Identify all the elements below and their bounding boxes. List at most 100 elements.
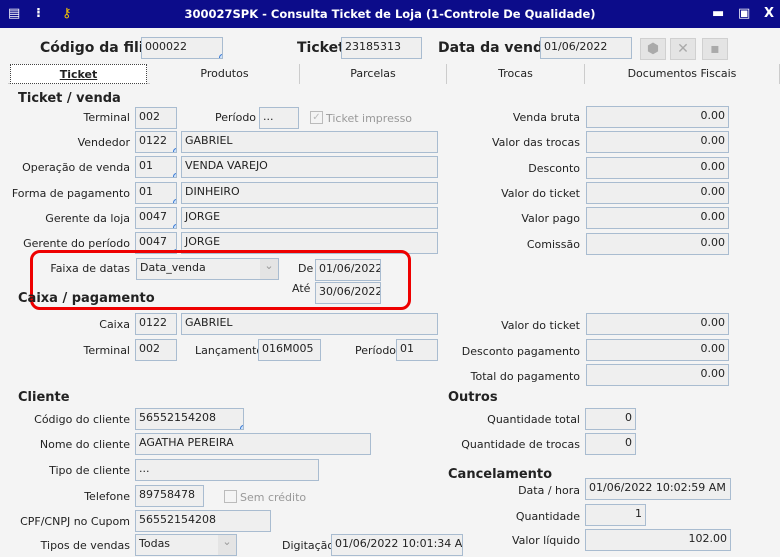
nome-cliente-label: Nome do cliente [39, 438, 130, 451]
field-label: Forma de pagamento [11, 186, 130, 200]
caixa-name-input[interactable]: GABRIEL [181, 313, 438, 335]
field-label: Gerente da loja [45, 211, 130, 225]
lancamento-label: Lançamento [195, 344, 264, 357]
ate-label: Até [292, 282, 311, 295]
name-input[interactable]: VENDA VAREJO [181, 156, 438, 179]
pagamento-value[interactable]: 0.00 [586, 338, 729, 361]
terminal-input[interactable]: 002 [135, 107, 177, 129]
pagamento-value[interactable]: 0.00 [586, 364, 729, 386]
clear-button[interactable]: ✕ [670, 38, 696, 60]
data-venda-label: Data da venda [438, 40, 553, 56]
ticket-label: Ticket [297, 40, 345, 56]
faixa-label: Faixa de datas [50, 262, 130, 275]
tab-label: Produtos [200, 67, 249, 80]
telefone-input[interactable]: 89758478 [135, 485, 204, 507]
de-input[interactable]: 01/06/2022 [315, 259, 381, 281]
total-label: Valor do ticket [501, 186, 580, 200]
sem-credito-label: Sem crédito [240, 491, 307, 504]
data-hora-input[interactable]: 01/06/2022 10:02:59 AM [585, 478, 731, 500]
field-label: Operação de venda [22, 161, 130, 175]
tipo-cliente-label: Tipo de cliente [49, 464, 130, 477]
filial-input[interactable]: 000022 [141, 37, 223, 59]
minimize-icon[interactable]: ▬ [712, 6, 724, 21]
total-value[interactable]: 0.00 [586, 156, 729, 179]
de-label: De [298, 262, 314, 275]
caixa-periodo-input[interactable]: 01 [396, 339, 438, 361]
tipos-vendas-label: Tipos de vendas [40, 539, 130, 552]
tab-bar: Ticket Produtos Parcelas Trocas Document… [8, 64, 780, 84]
total-value[interactable]: 0.00 [586, 207, 729, 230]
terminal-label: Terminal [83, 111, 131, 124]
code-input[interactable]: 0047 [135, 206, 177, 229]
total-value[interactable]: 0.00 [586, 232, 729, 255]
name-input[interactable]: GABRIEL [181, 131, 438, 153]
total-label: Comissão [526, 237, 580, 251]
codigo-cliente-label: Código do cliente [34, 413, 130, 426]
total-value[interactable]: 0.00 [586, 106, 729, 128]
total-value[interactable]: 0.00 [586, 181, 729, 204]
tab-trocas[interactable]: Trocas [447, 64, 585, 84]
cpf-input[interactable]: 56552154208 [135, 510, 271, 532]
section-ticket-venda: Ticket / venda [18, 91, 121, 106]
total-value[interactable]: 0.00 [586, 131, 729, 154]
caixa-periodo-label: Período [355, 344, 397, 357]
name-input[interactable]: JORGE [181, 206, 438, 229]
tab-produtos[interactable]: Produtos [150, 64, 300, 84]
window-title: 300027SPK - Consulta Ticket de Loja (1-C… [184, 7, 596, 21]
tab-label: Ticket [59, 68, 98, 81]
ticket-input[interactable]: 23185313 [341, 37, 422, 59]
codigo-cliente-input[interactable]: 56552154208 [135, 408, 244, 430]
tab-parcelas[interactable]: Parcelas [300, 64, 447, 84]
total-label: Desconto [528, 161, 580, 175]
save-button[interactable]: ▪ [702, 38, 728, 60]
cpf-label: CPF/CNPJ no Cupom [20, 515, 130, 528]
field-label: Vendedor [77, 136, 130, 149]
nome-cliente-input[interactable]: AGATHA PEREIRA [135, 433, 371, 455]
code-input[interactable]: 0122 [135, 131, 177, 153]
title-bar: ▤ ⁝ ⚷ 300027SPK - Consulta Ticket de Loj… [0, 0, 780, 28]
total-label: Valor pago [521, 212, 580, 226]
tab-ticket[interactable]: Ticket [10, 64, 147, 84]
periodo-input[interactable]: ... [259, 107, 299, 129]
ate-input[interactable]: 30/06/2022 [315, 282, 381, 304]
section-outros: Outros [448, 390, 498, 405]
telefone-label: Telefone [84, 490, 130, 503]
data-venda-input[interactable]: 01/06/2022 [540, 37, 632, 59]
tipo-cliente-input[interactable]: ... [135, 459, 319, 481]
digitacao-input[interactable]: 01/06/2022 10:01:34 AM [331, 534, 463, 556]
total-label: Venda bruta [512, 111, 580, 124]
pagamento-label: Total do pagamento [470, 370, 580, 383]
sem-credito-checkbox[interactable] [224, 490, 237, 503]
caixa-terminal-input[interactable]: 002 [135, 339, 177, 361]
qtd-trocas-label: Quantidade de trocas [461, 438, 580, 451]
qtd-total-input[interactable]: 0 [585, 408, 636, 430]
code-input[interactable]: 01 [135, 156, 177, 179]
valor-liquido-input[interactable]: 102.00 [585, 529, 731, 551]
faixa-select[interactable]: Data_venda [136, 258, 279, 280]
caixa-terminal-label: Terminal [83, 344, 131, 357]
qtd-trocas-input[interactable]: 0 [585, 433, 636, 455]
tab-label: Parcelas [350, 67, 396, 80]
lancamento-input[interactable]: 016M005 [258, 339, 321, 361]
close-icon[interactable]: X [764, 6, 774, 21]
qtd-total-label: Quantidade total [487, 413, 580, 426]
ticket-impresso-checkbox[interactable]: ✓ [310, 111, 323, 124]
code-input[interactable]: 01 [135, 181, 177, 204]
pagamento-label: Valor do ticket [501, 319, 580, 332]
caixa-label: Caixa [99, 318, 130, 331]
field-label: Gerente do período [23, 237, 130, 251]
data-hora-label: Data / hora [518, 484, 580, 497]
ticket-impresso-label: Ticket impresso [326, 112, 413, 125]
quantidade-input[interactable]: 1 [585, 504, 646, 526]
tab-documentos-fiscais[interactable]: Documentos Fiscais [585, 64, 780, 84]
tab-label: Documentos Fiscais [627, 67, 737, 80]
tipos-vendas-select[interactable]: Todas [135, 534, 237, 556]
quantidade-label: Quantidade [515, 510, 580, 523]
maximize-icon[interactable]: ▣ [738, 6, 750, 21]
pagamento-label: Desconto pagamento [461, 344, 580, 358]
section-caixa-pagamento: Caixa / pagamento [18, 291, 155, 306]
pagamento-value[interactable]: 0.00 [586, 313, 729, 335]
name-input[interactable]: DINHEIRO [181, 181, 438, 204]
search-ticket-button[interactable]: ⬢ [640, 38, 666, 60]
caixa-code-input[interactable]: 0122 [135, 313, 177, 335]
